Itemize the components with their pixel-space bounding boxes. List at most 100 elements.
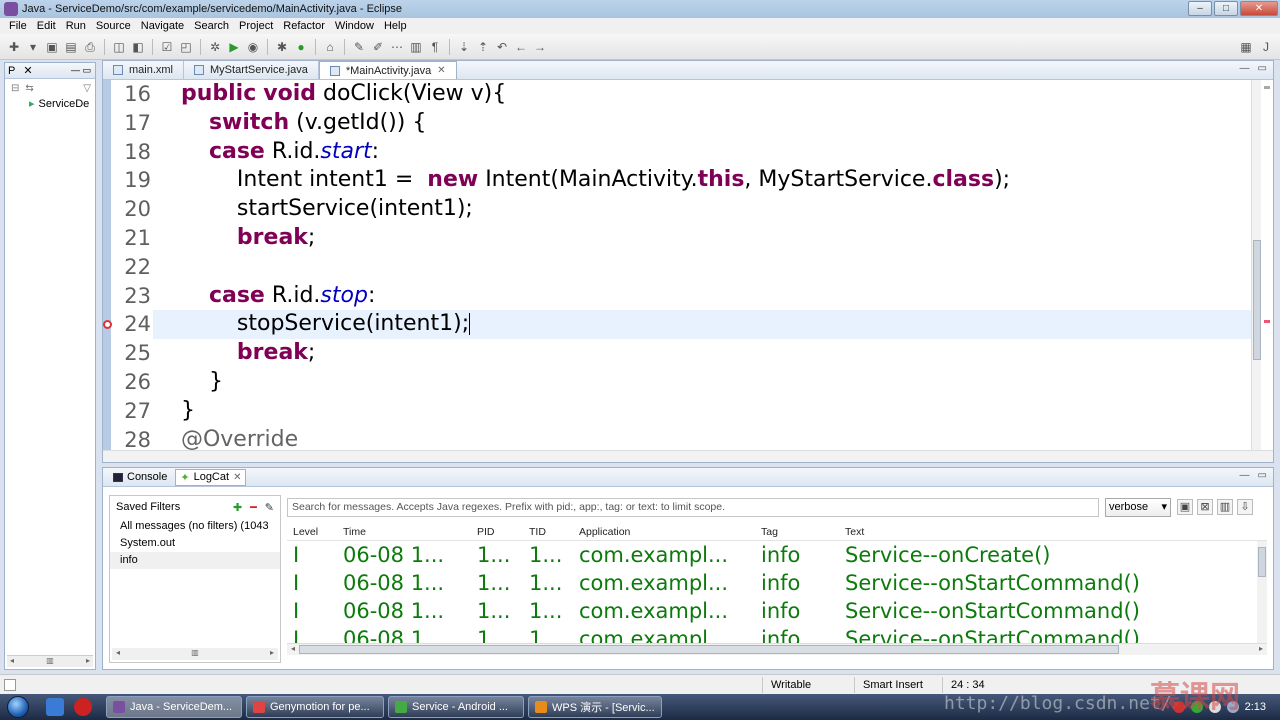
log-horizontal-scrollbar[interactable]: ◂ ▸	[287, 643, 1267, 655]
save-icon[interactable]: ▣	[44, 39, 60, 55]
external-tools-icon[interactable]: ◉	[245, 39, 261, 55]
show-whitespace-icon[interactable]: ¶	[427, 39, 443, 55]
log-row[interactable]: I 06-08 1... 1... 1... com.exampl... info Serv…	[287, 569, 1267, 597]
error-marker-icon[interactable]	[103, 320, 112, 330]
quick-launch-icon[interactable]	[74, 698, 92, 716]
collapse-all-icon[interactable]: ⊟	[11, 83, 19, 94]
menu-run[interactable]: Run	[61, 20, 91, 32]
fast-view-icon[interactable]	[4, 678, 16, 691]
tab-console[interactable]: Console	[109, 471, 171, 483]
filter-item-all[interactable]: All messages (no filters) (1043	[110, 518, 280, 535]
code-line[interactable]: Intent intent1 = new Intent(MainActivity…	[153, 166, 1251, 195]
code-line[interactable]: break;	[153, 339, 1251, 368]
log-search-input[interactable]: Search for messages. Accepts Java regexe…	[287, 497, 1099, 517]
menu-project[interactable]: Project	[234, 20, 278, 32]
new-icon[interactable]: ✚	[6, 39, 22, 55]
editor-horizontal-scrollbar[interactable]	[103, 450, 1273, 462]
filters-horizontal-scrollbar[interactable]: ◂ ▥ ▸	[112, 648, 278, 660]
edit-filter-icon[interactable]: ✎	[265, 501, 274, 514]
new-android-project-icon[interactable]: ◰	[178, 39, 194, 55]
log-vertical-scrollbar[interactable]	[1257, 541, 1267, 649]
link-with-editor-icon[interactable]: ⇆	[25, 83, 33, 94]
tab-main-activity[interactable]: *MainActivity.java ✕	[318, 61, 457, 80]
clear-log-icon[interactable]: ⊠	[1197, 499, 1213, 515]
forward-icon[interactable]: →	[532, 39, 548, 55]
toggle-breadcrumb-icon[interactable]: ⋯	[389, 39, 405, 55]
minimize-button[interactable]: –	[1188, 1, 1212, 16]
open-type-icon[interactable]: ▾	[25, 39, 41, 55]
open-perspective-icon[interactable]: ▦	[1238, 39, 1254, 55]
back-icon[interactable]: ←	[513, 39, 529, 55]
run-icon[interactable]: ▶	[226, 39, 242, 55]
code-text-area[interactable]: public void doClick(View v){ switch (v.g…	[153, 80, 1251, 450]
menu-file[interactable]: File	[4, 20, 32, 32]
avd-manager-icon[interactable]: ◧	[130, 39, 146, 55]
code-line[interactable]: switch (v.getId()) {	[153, 109, 1251, 138]
code-line[interactable]: }	[153, 368, 1251, 397]
menu-search[interactable]: Search	[189, 20, 234, 32]
close-icon[interactable]: ✕	[23, 64, 32, 77]
save-all-icon[interactable]: ▤	[63, 39, 79, 55]
taskbar-button-browser[interactable]: Service - Android ...	[388, 696, 524, 718]
column-header[interactable]: TID	[529, 526, 579, 538]
code-line[interactable]: public void doClick(View v){	[153, 80, 1251, 109]
menu-window[interactable]: Window	[330, 20, 379, 32]
code-line[interactable]: break;	[153, 224, 1251, 253]
scrollbar-thumb[interactable]	[299, 645, 1119, 654]
minimize-icon[interactable]: —	[1240, 470, 1250, 481]
toggle-columns-icon[interactable]: ▥	[1217, 499, 1233, 515]
code-line[interactable]: startService(intent1);	[153, 195, 1251, 224]
column-header[interactable]: PID	[477, 526, 529, 538]
column-header[interactable]: Tag	[761, 526, 845, 538]
column-header[interactable]: Application	[579, 526, 761, 538]
lint-icon[interactable]: ☑	[159, 39, 175, 55]
column-header[interactable]: Level	[287, 526, 343, 538]
horizontal-scrollbar[interactable]: ◂ ▥ ▸	[7, 655, 93, 667]
maximize-icon[interactable]: ▭	[1258, 63, 1267, 74]
last-edit-location-icon[interactable]: ↶	[494, 39, 510, 55]
close-button[interactable]: ✕	[1240, 1, 1278, 16]
minimize-icon[interactable]: — ▭	[71, 65, 95, 76]
block-selection-icon[interactable]: ▥	[408, 39, 424, 55]
code-line[interactable]: case R.id.stop:	[153, 282, 1251, 311]
tab-main-xml[interactable]: main.xml	[103, 61, 185, 79]
editor-vertical-scrollbar[interactable]	[1251, 80, 1261, 450]
start-button[interactable]	[0, 694, 36, 720]
menu-help[interactable]: Help	[379, 20, 412, 32]
print-icon[interactable]: ⎙	[82, 39, 98, 55]
close-icon[interactable]: ✕	[437, 62, 445, 80]
quick-launch-icon[interactable]	[46, 698, 64, 716]
android-sdk-icon[interactable]: ◫	[111, 39, 127, 55]
code-line[interactable]: @Override	[153, 426, 1251, 450]
debug-icon[interactable]: ✲	[207, 39, 223, 55]
taskbar-button-wps[interactable]: WPS 演示 - [Servic...	[528, 696, 662, 718]
log-level-select[interactable]: verbose ▾	[1105, 497, 1171, 517]
overview-marker[interactable]	[1264, 86, 1270, 89]
next-annotation-icon[interactable]: ⇣	[456, 39, 472, 55]
add-filter-icon[interactable]: ✚	[233, 501, 242, 514]
new-java-package-icon[interactable]: ✱	[274, 39, 290, 55]
column-header[interactable]: Time	[343, 526, 477, 538]
scroll-lock-icon[interactable]: ⇩	[1237, 499, 1253, 515]
maximize-icon[interactable]: ▭	[1258, 470, 1267, 481]
open-type-hierarchy-icon[interactable]: ⌂	[322, 39, 338, 55]
menu-source[interactable]: Source	[91, 20, 136, 32]
remove-filter-icon[interactable]: ━	[250, 501, 257, 514]
log-row[interactable]: I 06-08 1... 1... 1... com.exampl... info Serv…	[287, 597, 1267, 625]
java-perspective-icon[interactable]: J	[1258, 39, 1274, 55]
menu-refactor[interactable]: Refactor	[278, 20, 330, 32]
code-line-current[interactable]: stopService(intent1);	[153, 310, 1251, 340]
menu-navigate[interactable]: Navigate	[136, 20, 189, 32]
maximize-button[interactable]: □	[1214, 1, 1238, 16]
toggle-highlight-icon[interactable]: ✐	[370, 39, 386, 55]
filter-item-system-out[interactable]: System.out	[110, 535, 280, 552]
tab-my-start-service[interactable]: MyStartService.java	[184, 61, 319, 79]
taskbar-button-genymotion[interactable]: Genymotion for pe...	[246, 696, 384, 718]
new-java-class-icon[interactable]: ●	[293, 39, 309, 55]
overview-error-marker[interactable]	[1264, 320, 1270, 323]
filter-item-info[interactable]: info	[110, 552, 280, 569]
tree-item-project[interactable]: ▸ ServiceDe	[5, 97, 95, 111]
tab-logcat[interactable]: ✦ LogCat ✕	[175, 468, 247, 486]
view-menu-icon[interactable]: ▽	[83, 83, 95, 94]
package-explorer-tab[interactable]: P ✕ — ▭	[5, 63, 95, 79]
